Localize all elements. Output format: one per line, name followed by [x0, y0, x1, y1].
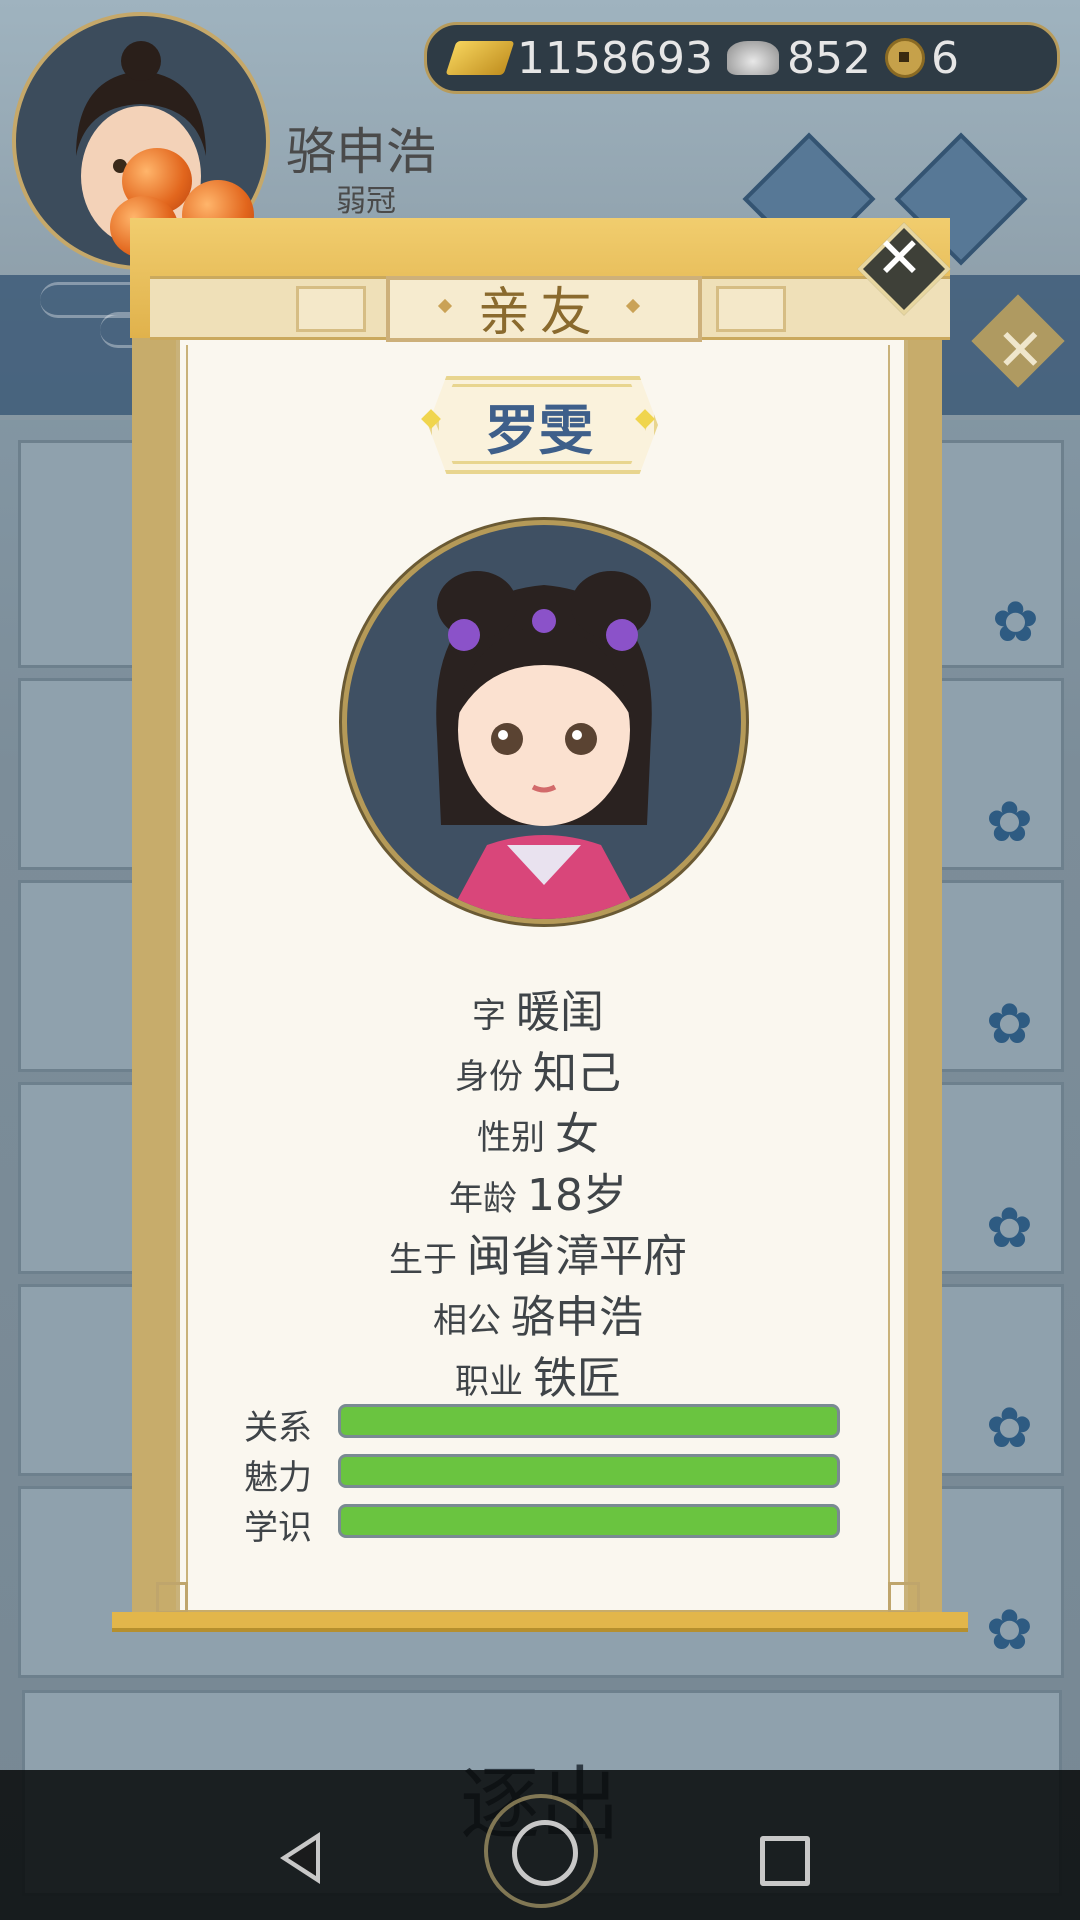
currency-bar: 1158693 852 6 [424, 22, 1060, 94]
friend-portrait [342, 520, 746, 924]
stat-bar-charm [338, 1454, 840, 1488]
copper-coin-icon [884, 38, 925, 78]
panel-title: 亲友 [477, 283, 602, 343]
panel-border [888, 345, 890, 1605]
flower-icon: ✿ [992, 590, 1039, 655]
panel-corner [888, 1582, 920, 1614]
stat-bar-knowledge [338, 1504, 840, 1538]
back-triangle-inner [288, 1840, 316, 1876]
info-row-gender: 性别女 [477, 1109, 599, 1160]
stat-label-charm: 魅力 [244, 1458, 312, 1498]
gold-amount: 1158693 [517, 32, 713, 84]
player-title: 弱冠 [336, 184, 396, 219]
info-row-occupation: 职业 铁匠 [455, 1353, 621, 1404]
flower-icon: ✿ [986, 1196, 1033, 1261]
flower-icon: ✿ [986, 992, 1033, 1057]
close-icon[interactable]: ✕ [876, 226, 923, 291]
silver-amount: 852 [786, 32, 871, 84]
flower-icon: ✿ [986, 1598, 1033, 1663]
banner-box [716, 286, 786, 332]
info-row-birthplace: 生于 闽省漳平府 [389, 1231, 687, 1282]
recent-apps-square-icon[interactable] [760, 1836, 810, 1886]
info-row-age: 年龄 18岁 [449, 1170, 627, 1221]
close-icon: ✕ [996, 316, 1045, 384]
info-row-spouse: 相公 骆申浩 [433, 1292, 643, 1343]
banner-box [296, 286, 366, 332]
panel-corner [156, 1582, 188, 1614]
gold-ingot-icon [445, 41, 515, 75]
stat-bar-relation [338, 1404, 840, 1438]
panel-border [186, 345, 188, 1605]
flower-icon: ✿ [986, 1396, 1033, 1461]
info-row-identity: 身份 知己 [455, 1048, 621, 1099]
player-name: 骆申浩 [286, 123, 436, 181]
friend-name: 罗雯 [485, 399, 593, 462]
info-row-courtesy-name: 字暖闺 [472, 987, 604, 1038]
stat-label-relation: 关系 [244, 1408, 312, 1448]
flower-icon: ✿ [986, 790, 1033, 855]
silver-ingot-icon [726, 41, 779, 75]
coin-amount: 6 [930, 32, 959, 84]
stat-label-knowledge: 学识 [244, 1508, 312, 1548]
panel-bottom-rod [112, 1612, 968, 1632]
home-circle-icon[interactable] [512, 1820, 578, 1886]
